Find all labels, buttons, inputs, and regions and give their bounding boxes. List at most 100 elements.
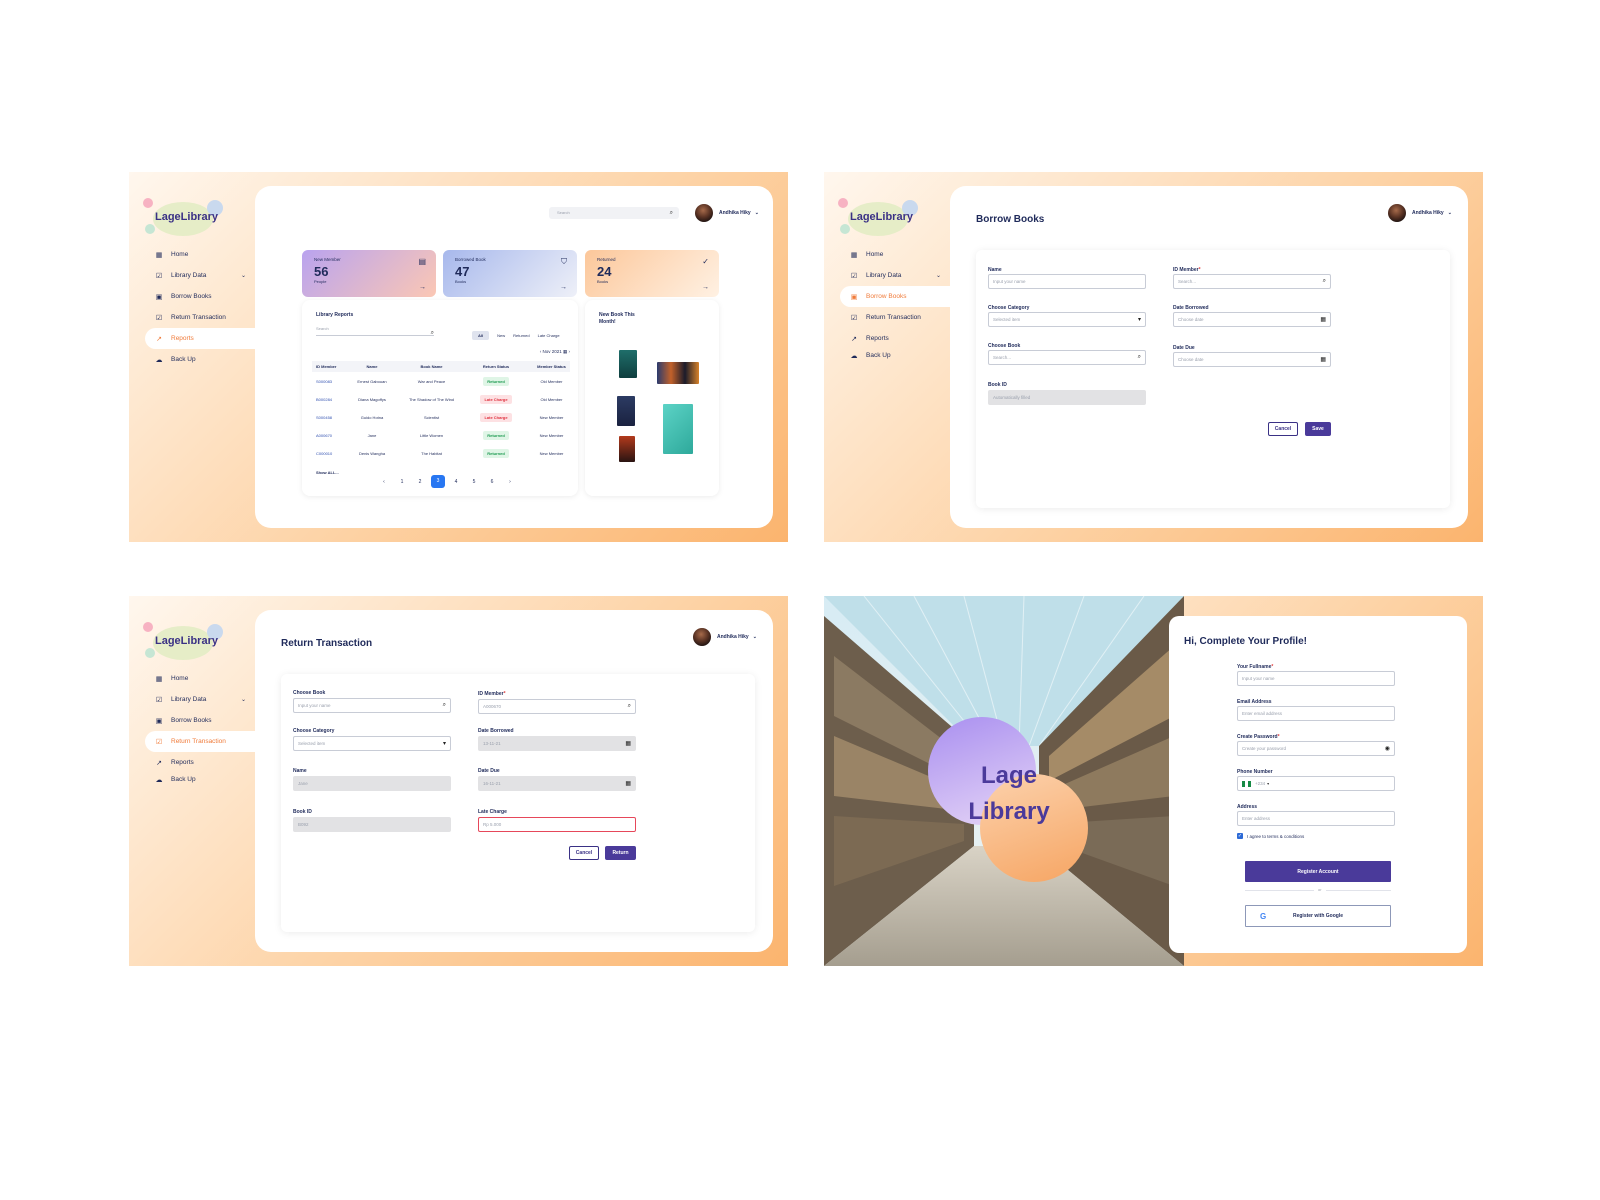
avatar: [693, 628, 711, 646]
terms-checkbox[interactable]: ✓ I agree to terms & conditions: [1237, 833, 1304, 839]
sidebar-item-return[interactable]: ☑ Return Transaction: [824, 307, 951, 328]
sidebar: ▦ Home ☑ Library Data ⌄ ▣ Borrow Books ☑ Retu…: [129, 244, 256, 370]
id-member-input[interactable]: Search... ⌕: [1173, 274, 1331, 289]
fullname-input[interactable]: Input your name: [1237, 671, 1395, 686]
name-input[interactable]: Input your name: [988, 274, 1146, 289]
cell-book: The Habitat: [421, 450, 442, 456]
email-input[interactable]: Enter email address: [1237, 706, 1395, 721]
filter-all[interactable]: All: [472, 331, 490, 340]
page-5[interactable]: 5: [465, 479, 483, 485]
borrow-panel: LageLibrary ▦ Home ☑ Library Data ⌄ ▣ Borrow…: [824, 172, 1483, 542]
user-menu[interactable]: Andhika Hiky ⌄: [693, 628, 757, 646]
book-cover[interactable]: [619, 436, 635, 462]
chevron-down-icon: ⌄: [240, 697, 246, 703]
sidebar-item-return[interactable]: ☑ Return Transaction: [129, 307, 256, 328]
category-select[interactable]: Selected item ▾: [293, 736, 451, 751]
filter-late[interactable]: Late Charge: [538, 333, 560, 338]
sidebar-item-borrow[interactable]: ▣ Borrow Books: [129, 710, 256, 731]
sidebar-item-home[interactable]: ▦ Home: [129, 668, 256, 689]
sidebar-item-reports[interactable]: ↗ Reports: [145, 328, 256, 349]
return-button[interactable]: Return: [605, 846, 636, 860]
sidebar-item-borrow[interactable]: ▣ Borrow Books: [129, 286, 256, 307]
category-select[interactable]: Selected item ▾: [988, 312, 1146, 327]
table-row[interactable]: S000458 Guido Hotna Scientist Late Charge Ne…: [312, 408, 570, 426]
table-row[interactable]: S000083 Ernest Gabouan War and Peace Return…: [312, 372, 570, 390]
id-member-input[interactable]: A000670 ⌕: [478, 699, 636, 714]
table-row[interactable]: C000010 Denis Wangha The Habitat Returned Ne…: [312, 444, 570, 462]
cell-member: New Member: [539, 450, 564, 456]
book-check-icon: ☑: [850, 272, 858, 280]
show-all-link[interactable]: Show ALL...: [316, 470, 339, 475]
table-row[interactable]: B000284 Diana Magoffys The Shadow of The W…: [312, 390, 570, 408]
main-card: Borrow Books Andhika Hiky ⌄ Name Input yo…: [950, 186, 1468, 528]
sidebar-item-library-data[interactable]: ☑ Library Data ⌄: [824, 265, 951, 286]
cloud-upload-icon: ☁: [155, 356, 163, 364]
late-charge-input[interactable]: Rp 5.000: [478, 817, 636, 832]
sidebar-item-backup[interactable]: ☁ Back Up: [129, 349, 256, 370]
trend-icon: ↗: [851, 335, 857, 343]
book-cover[interactable]: [657, 362, 699, 384]
page-6[interactable]: 6: [483, 479, 501, 485]
page-1[interactable]: 1: [393, 479, 411, 485]
stat-new-member[interactable]: New Member 56 People ▤ →: [302, 250, 436, 297]
eye-icon[interactable]: ◉: [1385, 745, 1390, 752]
sidebar-item-home[interactable]: ▦ Home: [824, 244, 951, 265]
chevron-down-icon: ⌄: [935, 273, 941, 279]
cell-member: Old Member: [540, 378, 563, 384]
password-input[interactable]: Create your password ◉: [1237, 741, 1395, 756]
nigeria-flag-icon[interactable]: [1242, 780, 1251, 787]
book-cover[interactable]: [617, 396, 635, 426]
stat-returned[interactable]: Returned 24 Books ✓ →: [585, 250, 719, 297]
book-cover[interactable]: [663, 404, 693, 454]
grid-icon: ▦: [155, 675, 163, 683]
search-icon: ⌕: [430, 330, 434, 336]
id-member-label: ID Member*: [478, 691, 506, 697]
date-borrowed-input[interactable]: Choose date ▦: [1173, 312, 1331, 327]
page-title: Borrow Books: [976, 214, 1045, 225]
cell-id: S000458: [316, 414, 333, 420]
user-menu[interactable]: Andhika Hiky ⌄: [695, 204, 759, 222]
page-2[interactable]: 2: [411, 479, 429, 485]
next-page-icon[interactable]: ›: [501, 479, 519, 485]
prev-page-icon[interactable]: ‹: [375, 479, 393, 485]
sidebar-item-backup[interactable]: ☁ Back Up: [129, 769, 256, 790]
google-register-button[interactable]: G Register with Google: [1245, 905, 1391, 927]
address-input[interactable]: Enter address: [1237, 811, 1395, 826]
filter-returned[interactable]: Returned: [513, 333, 529, 338]
stat-borrowed[interactable]: Borrowed Book 47 Books ⛉ →: [443, 250, 577, 297]
reports-search-input[interactable]: Search ⌕: [316, 326, 434, 336]
logo: LageLibrary: [838, 198, 926, 238]
chevron-down-icon: ⌄: [240, 273, 246, 279]
chevron-down-icon: ⌄: [754, 210, 759, 216]
sidebar-item-borrow[interactable]: ▣ Borrow Books: [840, 286, 951, 307]
table-row[interactable]: A000670 Jane Little Women Returned New Membe…: [312, 426, 570, 444]
search-input[interactable]: Search ⌕: [549, 207, 679, 219]
page-3[interactable]: 3: [431, 475, 445, 488]
cancel-button[interactable]: Cancel: [1268, 422, 1298, 436]
sidebar: ▦ Home ☑ Library Data ⌄ ▣ Borrow Books ☑ Retu…: [129, 668, 256, 790]
sidebar-item-backup[interactable]: ☁ Back Up: [824, 345, 951, 366]
page-4[interactable]: 4: [447, 479, 465, 485]
month-picker[interactable]: ‹ Nov 2021 ▦ ›: [540, 349, 570, 355]
main-card: Search ⌕ Andhika Hiky ⌄ New Member 56 Peo…: [255, 186, 773, 528]
chevron-down-icon: ⌄: [1447, 210, 1452, 216]
table-header: ID Member Name Book Name Return Status M…: [312, 361, 570, 372]
caret-down-icon: ▾: [1137, 317, 1141, 323]
sidebar-item-library-data[interactable]: ☑ Library Data ⌄: [129, 265, 256, 286]
date-borrowed-field: 13-11-21 ▦: [478, 736, 636, 751]
choose-book-input[interactable]: Input your name ⌕: [293, 698, 451, 713]
sidebar-item-return[interactable]: ☑ Return Transaction: [145, 731, 256, 752]
grid-icon: ▦: [155, 251, 163, 259]
book-cover[interactable]: [619, 350, 637, 378]
cancel-button[interactable]: Cancel: [569, 846, 599, 860]
sidebar-item-home[interactable]: ▦ Home: [129, 244, 256, 265]
choose-book-input[interactable]: Search... ⌕: [988, 350, 1146, 365]
phone-input[interactable]: +234 ▾: [1237, 776, 1395, 791]
date-due-input[interactable]: Choose date ▦: [1173, 352, 1331, 367]
page-title: Hi, Complete Your Profile!: [1184, 636, 1307, 647]
save-button[interactable]: Save: [1305, 422, 1331, 436]
register-account-button[interactable]: Register Account: [1245, 861, 1391, 882]
sidebar-item-library-data[interactable]: ☑ Library Data ⌄: [129, 689, 256, 710]
user-menu[interactable]: Andhika Hiky ⌄: [1388, 204, 1452, 222]
filter-new[interactable]: New: [497, 333, 505, 338]
